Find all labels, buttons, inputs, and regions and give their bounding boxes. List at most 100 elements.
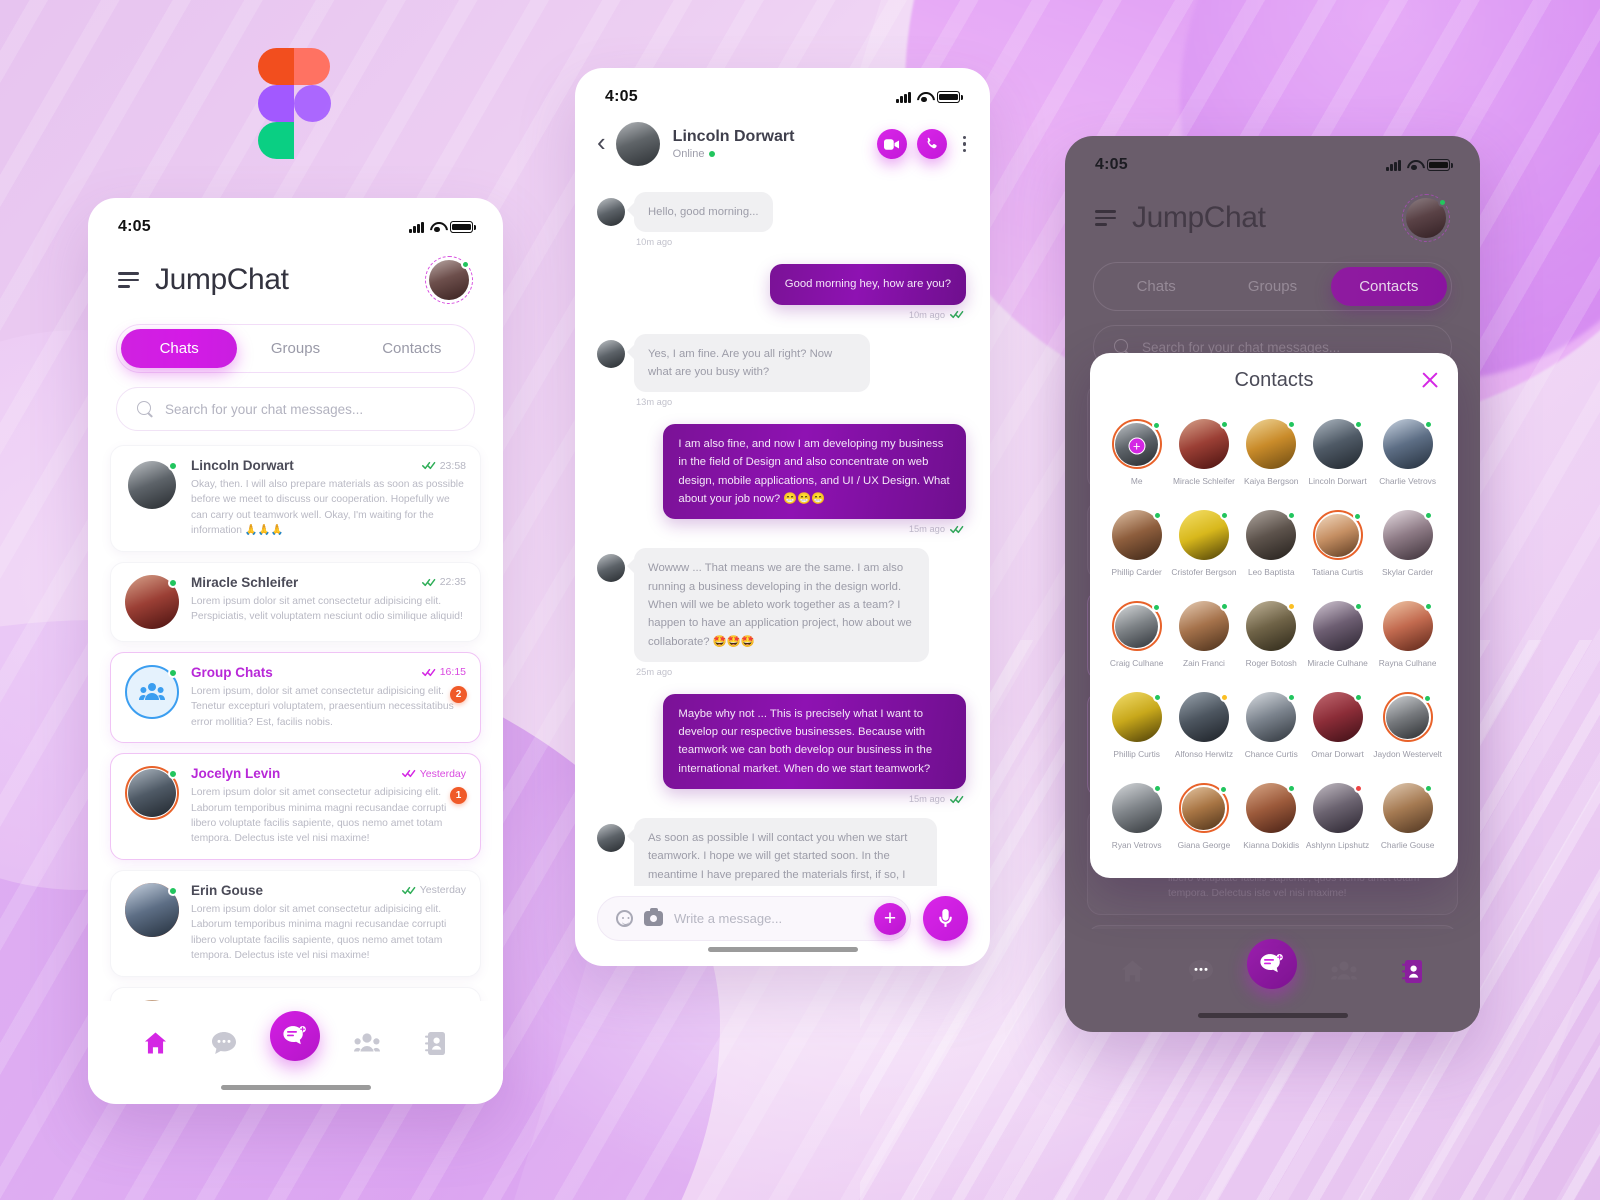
- nav-messages[interactable]: [1247, 939, 1298, 989]
- contacts-modal-title: Contacts: [1234, 368, 1314, 391]
- menu-icon[interactable]: [1095, 210, 1116, 226]
- contact-item[interactable]: Phillip Curtis: [1104, 686, 1169, 765]
- nav-home[interactable]: [1112, 950, 1154, 992]
- message-bubble[interactable]: Yes, I am fine. Are you all right? Now w…: [626, 333, 871, 393]
- contact-item[interactable]: Alfonso Herwitz: [1169, 686, 1238, 765]
- status-dot: [1219, 511, 1229, 520]
- nav-groups[interactable]: [346, 1022, 388, 1064]
- voice-record-button[interactable]: [923, 896, 968, 941]
- contact-item[interactable]: Miracle Schleifer: [1169, 413, 1238, 492]
- tab-chats[interactable]: Chats: [1098, 267, 1214, 306]
- chat-list[interactable]: Lincoln Dorwart 23:58 Okay, then. I will…: [88, 431, 503, 1001]
- message-input[interactable]: Write a message... +: [597, 896, 911, 941]
- add-contact-icon[interactable]: +: [1128, 437, 1146, 455]
- contact-name: Leo Baptista: [1247, 567, 1295, 577]
- nav-home[interactable]: [135, 1022, 177, 1064]
- nav-messages[interactable]: [270, 1011, 321, 1061]
- read-receipt-icon: [421, 668, 436, 676]
- chat-icon: [211, 1032, 236, 1054]
- contact-item[interactable]: Rayna Culhane: [1371, 595, 1444, 674]
- contact-item[interactable]: Kianna Dokidis: [1239, 777, 1304, 856]
- signal-icon: [1386, 159, 1401, 171]
- message-row-outgoing: Maybe why not ... This is precisely what…: [597, 693, 966, 818]
- nav-contacts[interactable]: [1391, 950, 1433, 992]
- peer-avatar[interactable]: [615, 122, 660, 166]
- chat-item-preview: Lorem ipsum dolor sit amet consectetur a…: [191, 595, 463, 623]
- profile-avatar[interactable]: [1402, 194, 1450, 242]
- status-dot: [168, 885, 178, 896]
- contact-item[interactable]: Phillip Carder: [1104, 504, 1169, 583]
- contact-item[interactable]: Roger Botosh: [1239, 595, 1304, 674]
- contact-name: Chance Curtis: [1244, 749, 1298, 759]
- chat-list-item[interactable]: Jaxson Dias Yesterday Lorem ipsum dolor …: [110, 986, 481, 1001]
- profile-avatar[interactable]: [425, 256, 473, 304]
- chat-item-time: 16:15: [439, 666, 466, 679]
- message-bubble[interactable]: Maybe why not ... This is precisely what…: [663, 693, 966, 790]
- contact-item[interactable]: Kaiya Bergson: [1239, 413, 1304, 492]
- contact-item[interactable]: Lincoln Dorwart: [1304, 413, 1371, 492]
- chat-list-item[interactable]: Miracle Schleifer 22:35 Lorem ipsum dolo…: [110, 561, 481, 642]
- video-call-button[interactable]: [876, 129, 907, 159]
- message-list[interactable]: Hello, good morning... 10m ago Good morn…: [575, 176, 990, 886]
- more-options-icon[interactable]: [962, 135, 966, 153]
- menu-icon[interactable]: [118, 272, 139, 288]
- contact-item[interactable]: Ashlynn Lipshutz: [1304, 777, 1371, 856]
- nav-chat[interactable]: [1180, 950, 1222, 992]
- contact-avatar: [1382, 783, 1433, 833]
- message-bubble[interactable]: Wowww ... That means we are the same. I …: [626, 548, 930, 662]
- tab-contacts[interactable]: Contacts: [354, 329, 470, 368]
- contact-item[interactable]: Leo Baptista: [1239, 504, 1304, 583]
- contacts-grid[interactable]: + Me Miracle Schleifer Kaiya Bergson Lin…: [1090, 407, 1458, 866]
- contact-item[interactable]: Craig Culhane: [1104, 595, 1169, 674]
- message-bubble[interactable]: Good morning hey, how are you?: [769, 264, 966, 305]
- contact-name: Kianna Dokidis: [1243, 840, 1300, 850]
- message-bubble[interactable]: As soon as possible I will contact you w…: [627, 818, 937, 886]
- tab-groups[interactable]: Groups: [237, 329, 353, 368]
- chat-item-preview: Lorem ipsum dolor sit amet consectetur a…: [191, 903, 447, 962]
- close-icon[interactable]: [1420, 370, 1440, 390]
- contact-item[interactable]: Skylar Carder: [1371, 504, 1444, 583]
- message-bubble[interactable]: Hello, good morning...: [627, 192, 773, 233]
- contact-item[interactable]: Zain Franci: [1169, 595, 1238, 674]
- emoji-icon[interactable]: [616, 910, 633, 927]
- message-row-incoming: As soon as possible I will contact you w…: [597, 818, 966, 886]
- contact-item[interactable]: Charlie Gouse: [1371, 777, 1444, 856]
- status-dot: [1423, 511, 1433, 520]
- chat-item-name: Group Chats: [191, 664, 273, 680]
- contact-item[interactable]: Miracle Culhane: [1304, 595, 1371, 674]
- search-input[interactable]: Search for your chat messages...: [116, 387, 475, 431]
- nav-groups[interactable]: [1323, 950, 1365, 992]
- voice-call-button[interactable]: [916, 129, 947, 159]
- contact-item[interactable]: + Me: [1104, 413, 1169, 492]
- chat-list-item[interactable]: Erin Gouse Yesterday Lorem ipsum dolor s…: [110, 869, 481, 977]
- contact-item[interactable]: Giana George: [1169, 777, 1238, 856]
- camera-icon[interactable]: [644, 907, 663, 926]
- groups-icon: [1331, 961, 1358, 980]
- chat-list-item[interactable]: Lincoln Dorwart 23:58 Okay, then. I will…: [110, 445, 481, 552]
- message-time: 25m ago: [636, 666, 673, 677]
- status-dot: [1152, 784, 1162, 793]
- chat-list-item[interactable]: Group Chats 16:15 Lorem ipsum, dolor sit…: [110, 651, 481, 744]
- contact-name: Miracle Culhane: [1307, 658, 1368, 668]
- contact-item[interactable]: Cristofer Bergson: [1169, 504, 1238, 583]
- message-bubble[interactable]: I am also fine, and now I am developing …: [663, 424, 966, 520]
- contact-item[interactable]: Tatiana Curtis: [1304, 504, 1371, 583]
- contact-item[interactable]: Ryan Vetrovs: [1104, 777, 1169, 856]
- tab-groups[interactable]: Groups: [1214, 267, 1330, 306]
- home-icon: [1122, 960, 1144, 982]
- attach-button[interactable]: +: [874, 902, 906, 935]
- status-dot: [1287, 602, 1297, 611]
- back-icon[interactable]: ‹: [597, 127, 616, 162]
- contact-item[interactable]: Charlie Vetrovs: [1371, 413, 1444, 492]
- contact-item[interactable]: Omar Dorwart: [1304, 686, 1371, 765]
- nav-contacts[interactable]: [414, 1022, 456, 1064]
- contact-item[interactable]: Jaydon Westervelt: [1371, 686, 1444, 765]
- nav-chat[interactable]: [203, 1022, 245, 1064]
- chat-list-item[interactable]: Jocelyn Levin Yesterday Lorem ipsum dolo…: [110, 753, 481, 860]
- app-title: JumpChat: [1132, 201, 1266, 234]
- tab-contacts[interactable]: Contacts: [1330, 267, 1447, 306]
- contact-item[interactable]: Chance Curtis: [1239, 686, 1304, 765]
- tab-chats[interactable]: Chats: [121, 329, 238, 368]
- contacts-icon: [425, 1031, 446, 1055]
- chat-item-name: Erin Gouse: [191, 882, 264, 898]
